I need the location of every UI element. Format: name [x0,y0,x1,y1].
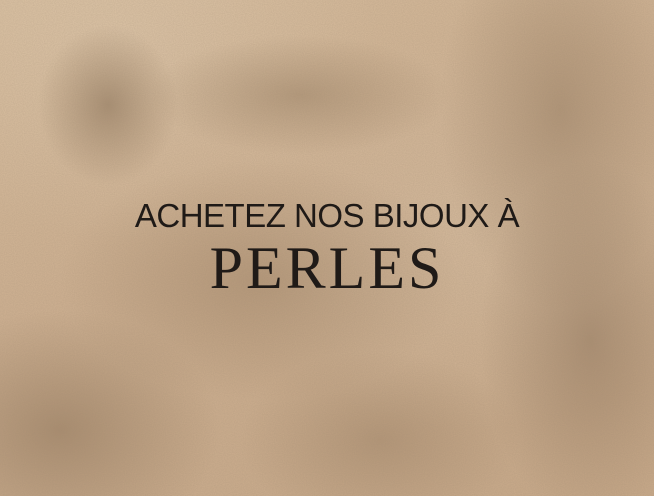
promo-banner: ACHETEZ NOS BIJOUX À PERLES [0,0,654,496]
headline: ACHETEZ NOS BIJOUX À PERLES [0,196,654,298]
headline-line2: PERLES [209,235,445,301]
headline-line1: ACHETEZ NOS BIJOUX À [134,197,520,234]
